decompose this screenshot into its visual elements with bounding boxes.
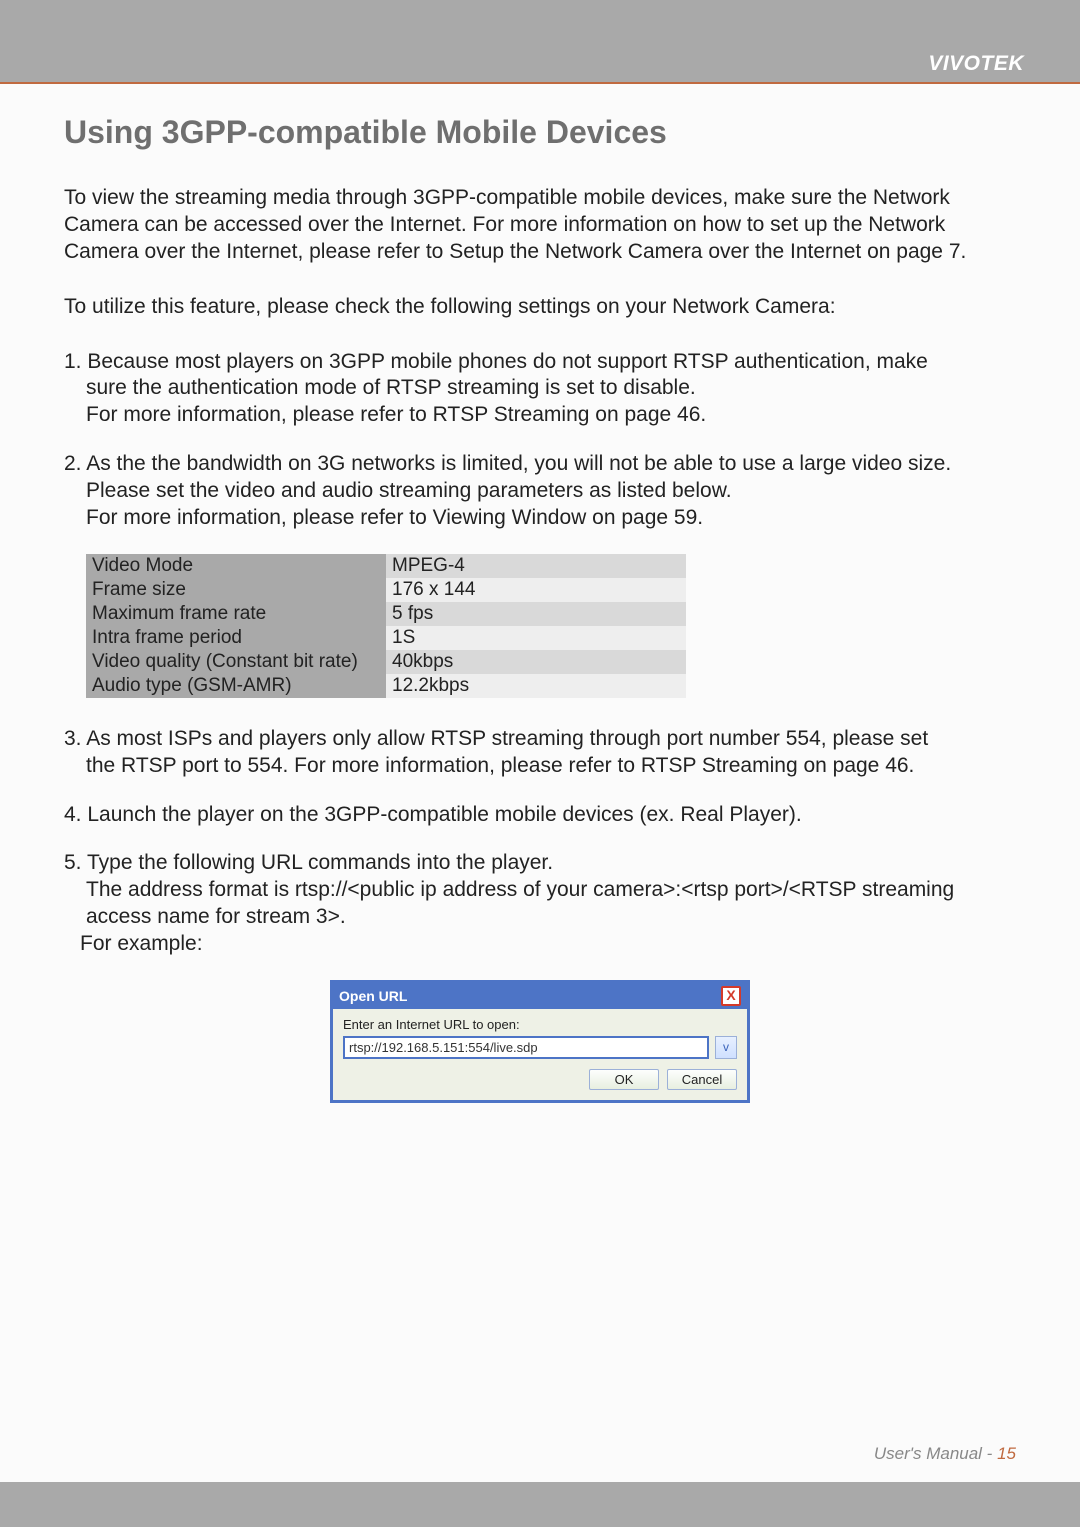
table-row: Maximum frame rate5 fps [86, 602, 686, 626]
url-input[interactable]: rtsp://192.168.5.151:554/live.sdp [343, 1036, 709, 1059]
table-row: Audio type (GSM-AMR)12.2kbps [86, 674, 686, 698]
param-label: Intra frame period [86, 626, 386, 650]
list-text: the RTSP port to 554. For more informati… [64, 753, 1016, 780]
url-input-row: rtsp://192.168.5.151:554/live.sdp v [343, 1036, 737, 1059]
list-text: 2. As the the bandwidth on 3G networks i… [64, 452, 951, 475]
document-page: Using 3GPP-compatible Mobile Devices To … [0, 82, 1080, 1482]
parameters-table: Video ModeMPEG-4 Frame size176 x 144 Max… [86, 554, 686, 698]
table-row: Intra frame period1S [86, 626, 686, 650]
close-icon[interactable]: X [721, 986, 741, 1006]
page-heading: Using 3GPP-compatible Mobile Devices [64, 114, 1016, 151]
param-label: Maximum frame rate [86, 602, 386, 626]
table-row: Frame size176 x 144 [86, 578, 686, 602]
param-label: Video Mode [86, 554, 386, 578]
dialog-title-text: Open URL [339, 988, 407, 1004]
cancel-button[interactable]: Cancel [667, 1069, 737, 1090]
page-number: 15 [997, 1444, 1016, 1463]
list-text: For example: [64, 931, 1016, 958]
param-label: Video quality (Constant bit rate) [86, 650, 386, 674]
ok-button[interactable]: OK [589, 1069, 659, 1090]
list-text: For more information, please refer to Vi… [64, 505, 1016, 532]
list-item: 2. As the the bandwidth on 3G networks i… [64, 451, 1016, 532]
list-text: Please set the video and audio streaming… [64, 478, 1016, 505]
brand-header: VIVOTEK [928, 52, 1024, 76]
list-item: 1. Because most players on 3GPP mobile p… [64, 349, 1016, 430]
list-text: 5. Type the following URL commands into … [64, 851, 553, 874]
dialog-titlebar: Open URL X [333, 983, 747, 1009]
dialog-field-label: Enter an Internet URL to open: [343, 1017, 737, 1032]
chevron-down-icon[interactable]: v [715, 1036, 737, 1059]
list-text: sure the authentication mode of RTSP str… [64, 375, 1016, 402]
param-value: 40kbps [386, 650, 686, 674]
footer-text: User's Manual - [874, 1444, 997, 1463]
list-item: 5. Type the following URL commands into … [64, 850, 1016, 958]
dialog-button-row: OK Cancel [343, 1069, 737, 1090]
list-item: 3. As most ISPs and players only allow R… [64, 726, 1016, 780]
list-text: 4. Launch the player on the 3GPP-compati… [64, 803, 802, 826]
intro-paragraph: To view the streaming media through 3GPP… [64, 185, 1016, 266]
dialog-wrapper: Open URL X Enter an Internet URL to open… [64, 980, 1016, 1103]
param-label: Audio type (GSM-AMR) [86, 674, 386, 698]
list-item: 4. Launch the player on the 3GPP-compati… [64, 802, 1016, 829]
list-text: For more information, please refer to RT… [64, 402, 1016, 429]
param-value: 5 fps [386, 602, 686, 626]
list-text: 3. As most ISPs and players only allow R… [64, 727, 928, 750]
list-text: The address format is rtsp://<public ip … [64, 877, 1016, 904]
param-value: 1S [386, 626, 686, 650]
param-value: 12.2kbps [386, 674, 686, 698]
list-text: access name for stream 3>. [64, 904, 1016, 931]
table-row: Video ModeMPEG-4 [86, 554, 686, 578]
param-value: 176 x 144 [386, 578, 686, 602]
lead-paragraph: To utilize this feature, please check th… [64, 294, 1016, 321]
page-footer: User's Manual - 15 [874, 1444, 1016, 1464]
param-value: MPEG-4 [386, 554, 686, 578]
table-row: Video quality (Constant bit rate)40kbps [86, 650, 686, 674]
list-text: 1. Because most players on 3GPP mobile p… [64, 350, 928, 373]
dialog-body: Enter an Internet URL to open: rtsp://19… [333, 1009, 747, 1100]
open-url-dialog: Open URL X Enter an Internet URL to open… [330, 980, 750, 1103]
param-label: Frame size [86, 578, 386, 602]
